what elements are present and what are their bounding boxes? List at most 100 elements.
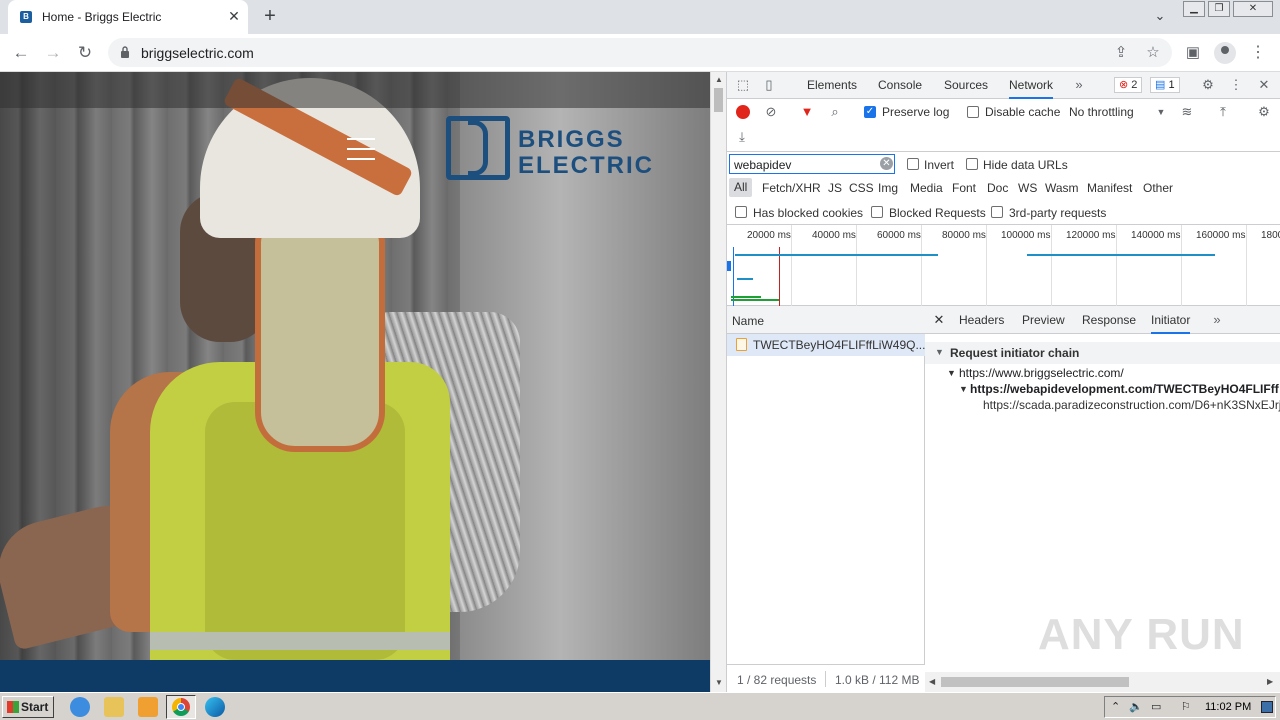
tab-console[interactable]: Console xyxy=(878,78,922,92)
tab-search-chevron-icon[interactable]: ⌄ xyxy=(1152,8,1168,24)
action-center-flag-icon[interactable]: ⚐ xyxy=(1181,700,1191,713)
volume-icon[interactable]: 🔈 xyxy=(1129,700,1143,713)
filter-type-wasm[interactable]: Wasm xyxy=(1045,181,1079,195)
chain-entry-child[interactable]: https://scada.paradizeconstruction.com/D… xyxy=(983,398,1280,412)
invert-checkbox[interactable] xyxy=(907,158,919,170)
filter-funnel-icon[interactable]: ▼ xyxy=(799,104,815,120)
initiator-chain-header[interactable]: ▼ Request initiator chain xyxy=(925,342,1280,364)
clock[interactable]: 11:02 PM xyxy=(1205,701,1251,713)
filter-type-ws[interactable]: WS xyxy=(1018,181,1037,195)
scroll-up-arrow-icon[interactable]: ▲ xyxy=(714,75,724,85)
network-conditions-icon[interactable]: ≋ xyxy=(1179,104,1195,120)
scrollbar-thumb[interactable] xyxy=(714,88,723,112)
chrome-taskbar-button[interactable] xyxy=(166,695,196,719)
table-row[interactable]: TWECTBeyHO4FLIFffLiW49Q... xyxy=(727,334,925,356)
chain-triangle-icon[interactable]: ▼ xyxy=(947,368,956,378)
filter-type-all[interactable]: All xyxy=(729,178,753,197)
name-column-header[interactable]: Name xyxy=(732,314,764,328)
blocked-requests-checkbox[interactable] xyxy=(871,206,883,218)
record-button[interactable] xyxy=(736,105,750,119)
tab-headers[interactable]: Headers xyxy=(959,313,1004,327)
internet-explorer-icon[interactable] xyxy=(70,697,90,717)
error-count-badge[interactable]: ⊗ 2 xyxy=(1114,77,1143,93)
scroll-left-arrow-icon[interactable]: ◀ xyxy=(929,677,935,686)
scroll-right-arrow-icon[interactable]: ▶ xyxy=(1267,677,1273,686)
clear-icon[interactable]: ⊘ xyxy=(763,104,779,120)
throttling-select[interactable]: No throttling xyxy=(1069,105,1134,119)
filter-type-media[interactable]: Media xyxy=(910,181,943,195)
network-filter-input[interactable]: webapidev ✕ xyxy=(729,154,895,174)
hscroll-thumb[interactable] xyxy=(941,677,1129,687)
export-har-icon[interactable]: ⤓ xyxy=(734,129,750,145)
network-icon[interactable]: ▭ xyxy=(1151,700,1161,713)
restore-button[interactable]: ❐ xyxy=(1208,1,1230,17)
share-icon[interactable]: ⇪ xyxy=(1112,44,1130,62)
page-scrollbar[interactable]: ▲ ▼ xyxy=(710,72,726,692)
filter-type-other[interactable]: Other xyxy=(1143,181,1173,195)
preserve-log-checkbox[interactable]: ✓ xyxy=(864,106,876,118)
file-explorer-icon[interactable] xyxy=(104,697,124,717)
filter-type-js[interactable]: JS xyxy=(828,181,842,195)
network-overview-timeline[interactable]: 20000 ms 40000 ms 60000 ms 80000 ms 1000… xyxy=(727,224,1280,307)
briggs-electric-logo[interactable]: BRIGGS ELECTRIC xyxy=(446,116,666,184)
disable-cache-checkbox[interactable] xyxy=(967,106,979,118)
close-detail-icon[interactable]: ✕ xyxy=(931,312,947,328)
filter-type-manifest[interactable]: Manifest xyxy=(1087,181,1132,195)
devtools-close-icon[interactable]: ✕ xyxy=(1256,77,1272,93)
devtools-menu-icon[interactable]: ⋮ xyxy=(1228,77,1244,93)
tab-preview[interactable]: Preview xyxy=(1022,313,1065,327)
throttling-dropdown-icon[interactable]: ▼ xyxy=(1153,104,1169,120)
request-count: 1 / 82 requests xyxy=(737,673,817,687)
chain-triangle-icon[interactable]: ▼ xyxy=(959,384,968,394)
address-bar[interactable]: briggselectric.com ⇪ ☆ xyxy=(108,38,1172,67)
inspect-element-icon[interactable]: ⬚ xyxy=(735,77,751,93)
start-button[interactable]: Start xyxy=(2,696,54,718)
tab-elements[interactable]: Elements xyxy=(807,78,857,92)
chain-entry-root[interactable]: https://www.briggselectric.com/ xyxy=(959,366,1124,380)
tab-sources[interactable]: Sources xyxy=(944,78,988,92)
browser-menu-icon[interactable]: ⋮ xyxy=(1250,42,1266,62)
hamburger-menu-icon[interactable] xyxy=(347,138,375,160)
tab-network[interactable]: Network xyxy=(1009,78,1054,99)
detail-horizontal-scrollbar[interactable]: ◀ ▶ xyxy=(925,672,1280,692)
hide-data-urls-checkbox[interactable] xyxy=(966,158,978,170)
reload-button[interactable]: ↻ xyxy=(73,41,97,65)
has-blocked-cookies-label: Has blocked cookies xyxy=(753,206,864,220)
import-har-icon[interactable]: ⤒ xyxy=(1215,104,1231,120)
scroll-down-arrow-icon[interactable]: ▼ xyxy=(714,678,724,688)
filter-type-css[interactable]: CSS xyxy=(849,181,874,195)
profile-avatar[interactable] xyxy=(1214,42,1236,64)
filter-type-doc[interactable]: Doc xyxy=(987,181,1008,195)
media-player-icon[interactable] xyxy=(138,697,158,717)
back-button[interactable]: ← xyxy=(9,41,33,65)
more-tabs-chevron-icon[interactable]: » xyxy=(1071,77,1087,93)
show-desktop-icon[interactable] xyxy=(1261,701,1273,713)
forward-button[interactable]: → xyxy=(41,41,65,65)
settings-gear-icon[interactable]: ⚙ xyxy=(1200,77,1216,93)
timeline-request-bar xyxy=(735,254,938,256)
more-detail-tabs-icon[interactable]: » xyxy=(1209,312,1225,328)
message-count-badge[interactable]: ▤ 1 xyxy=(1150,77,1180,93)
new-tab-button[interactable]: + xyxy=(260,6,280,26)
side-panel-icon[interactable]: ▣ xyxy=(1184,44,1202,62)
filter-type-font[interactable]: Font xyxy=(952,181,976,195)
filter-type-fetch-xhr[interactable]: Fetch/XHR xyxy=(762,181,821,195)
message-count: 1 xyxy=(1168,79,1175,91)
minimize-button[interactable]: ▁ xyxy=(1183,1,1205,17)
tab-response[interactable]: Response xyxy=(1082,313,1136,327)
browser-tab[interactable]: B Home - Briggs Electric ✕ xyxy=(8,0,248,34)
filter-type-img[interactable]: Img xyxy=(878,181,898,195)
device-toolbar-icon[interactable]: ▯ xyxy=(761,77,777,93)
third-party-requests-checkbox[interactable] xyxy=(991,206,1003,218)
has-blocked-cookies-checkbox[interactable] xyxy=(735,206,747,218)
bookmark-star-icon[interactable]: ☆ xyxy=(1144,44,1162,62)
tray-expand-icon[interactable]: ⌃ xyxy=(1111,700,1120,713)
tab-initiator[interactable]: Initiator xyxy=(1151,313,1191,334)
chain-entry-selected[interactable]: https://webapidevelopment.com/TWECTBeyHO… xyxy=(970,382,1280,396)
edge-icon[interactable] xyxy=(205,697,225,717)
clear-filter-icon[interactable]: ✕ xyxy=(880,157,893,170)
network-settings-gear-icon[interactable]: ⚙ xyxy=(1256,104,1272,120)
search-icon[interactable]: ⌕ xyxy=(827,104,843,120)
window-close-button[interactable]: ✕ xyxy=(1233,1,1273,17)
tab-close-icon[interactable]: ✕ xyxy=(226,8,242,24)
